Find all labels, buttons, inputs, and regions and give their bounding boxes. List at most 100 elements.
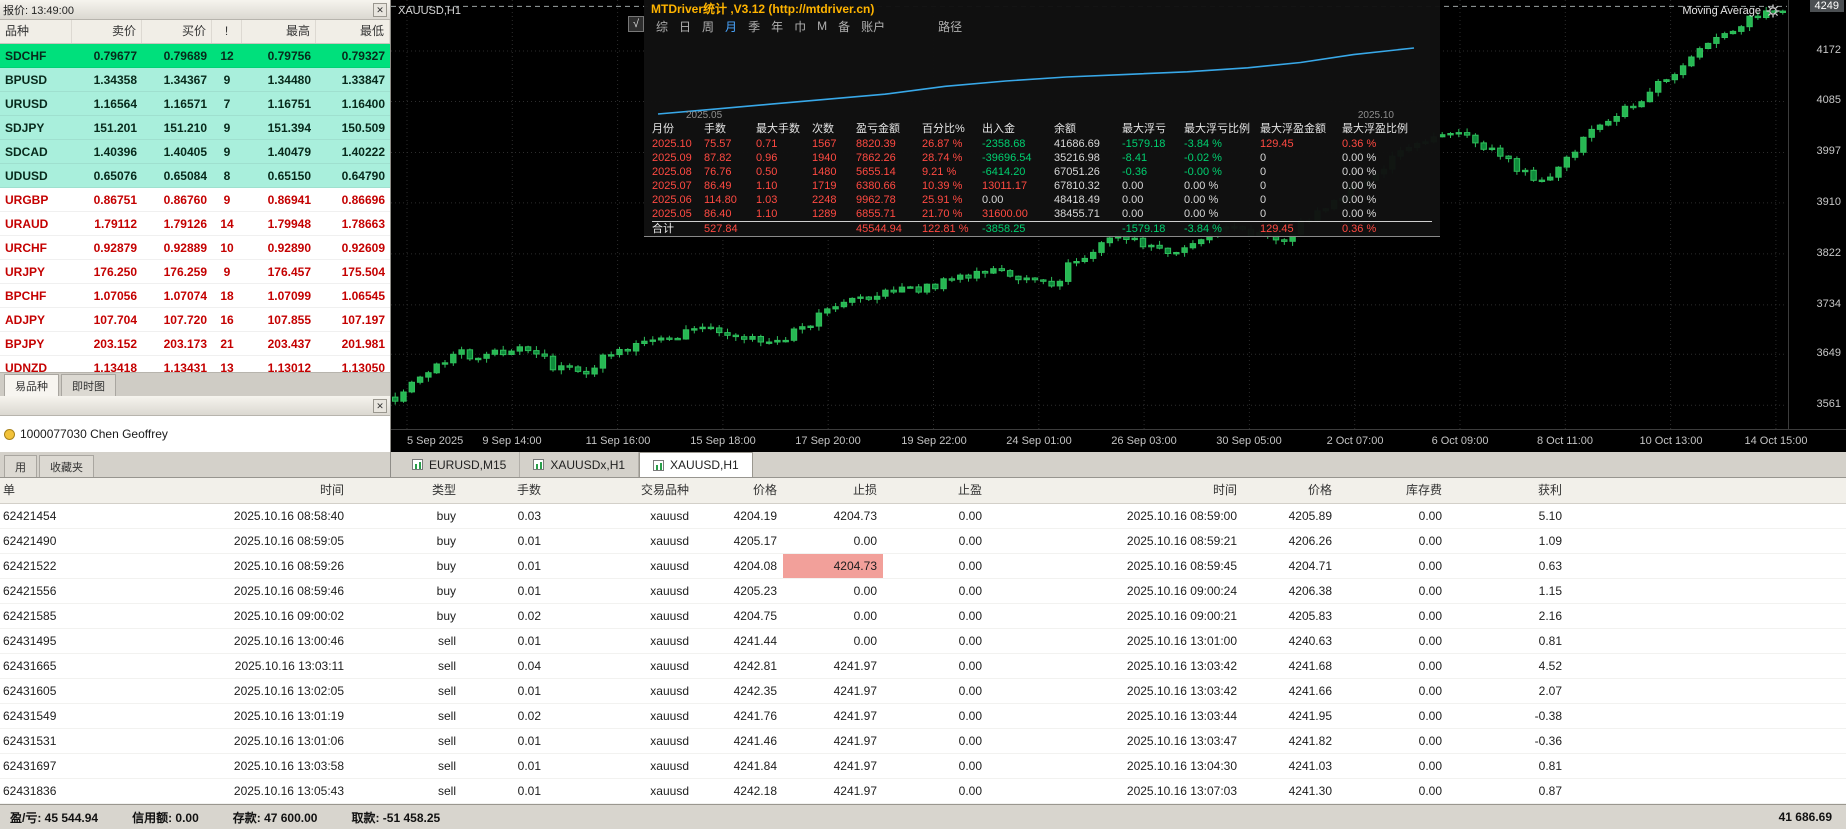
cell: 4205.17 <box>733 534 777 548</box>
terminal-column-header[interactable]: 单 <box>0 478 125 503</box>
stats-menu-item-3[interactable]: 月 <box>725 18 737 35</box>
history-row[interactable]: 62431605 2025.10.16 13:02:05 sell 0.01 xauus… <box>0 679 1846 704</box>
curve-end-label: 2025.10 <box>1357 110 1394 121</box>
quote-row[interactable]: SDCAD 1.40396 1.40405 9 1.40479 1.40222 <box>0 140 390 164</box>
cell: 0.71 <box>756 138 778 150</box>
cell: 1.15 <box>1538 584 1562 598</box>
history-row[interactable]: 62431549 2025.10.16 13:01:19 sell 0.02 xauus… <box>0 704 1846 729</box>
history-row[interactable]: 62421585 2025.10.16 09:00:02 buy 0.02 xauusd… <box>0 604 1846 629</box>
cell: 48418.49 <box>1054 194 1100 206</box>
terminal-column-header[interactable]: 类型 <box>350 478 462 503</box>
cell: 0.64790 <box>341 169 385 183</box>
time-axis-label: 8 Oct 11:00 <box>1536 435 1594 447</box>
cell: 2025.10.16 13:03:58 <box>233 759 344 773</box>
mw-tab-1[interactable]: 即时图 <box>61 374 116 396</box>
quote-row[interactable]: URGBP 0.86751 0.86760 9 0.86941 0.86696 <box>0 188 390 212</box>
stats-menu-item-4[interactable]: 季 <box>748 18 760 35</box>
terminal-column-header[interactable]: 获利 <box>1448 478 1568 503</box>
stats-menu-item-8[interactable]: 备 <box>838 18 850 35</box>
terminal-column-header[interactable]: 止损 <box>783 478 883 503</box>
cell: xauusd <box>650 709 689 723</box>
cell: 2025.10.16 13:03:11 <box>234 659 344 673</box>
close-icon[interactable]: ✕ <box>373 2 387 17</box>
quote-row[interactable]: BPCHF 1.07056 1.07074 18 1.07099 1.06545 <box>0 284 390 308</box>
stats-menu-item-0[interactable]: 综 <box>656 18 668 35</box>
cell: 122.81 % <box>922 223 969 235</box>
indicator-label-row: Moving Average <box>1682 4 1780 18</box>
cell: 8 <box>223 169 231 183</box>
stats-menu-item-6[interactable]: 巾 <box>794 18 806 35</box>
cell: 0.00 <box>958 559 982 573</box>
chart-tab-2[interactable]: XAUUSD,H1 <box>639 452 753 477</box>
cell: 0.86751 <box>93 193 137 207</box>
cell: 0.00 <box>853 534 877 548</box>
terminal-column-header[interactable]: 库存费 <box>1338 478 1448 503</box>
mw-column-header[interactable]: 最低 <box>316 20 390 43</box>
cell: 0.00 <box>958 684 982 698</box>
stats-menu-item-1[interactable]: 日 <box>679 18 691 35</box>
terminal-column-header[interactable]: 止盈 <box>883 478 988 503</box>
quote-row[interactable]: BPUSD 1.34358 1.34367 9 1.34480 1.33847 <box>0 68 390 92</box>
chart-area[interactable]: XAUUSD,H1 √ Moving Average 4172 4085 3997 3… <box>391 0 1846 452</box>
time-axis[interactable]: 5 Sep 2025 9 Sep 14:00 11 Sep 16:00 15 Sep … <box>391 429 1846 452</box>
time-axis-label: 2 Oct 07:00 <box>1326 435 1384 447</box>
nav-tab-0[interactable]: 用 <box>4 455 37 477</box>
history-row[interactable]: 62421490 2025.10.16 08:59:05 buy 0.01 xauusd… <box>0 529 1846 554</box>
cell: 26.87 % <box>922 138 963 150</box>
terminal-column-header[interactable]: 价格 <box>695 478 783 503</box>
gear-icon[interactable] <box>1766 4 1780 18</box>
quote-row[interactable]: URCHF 0.92879 0.92889 10 0.92890 0.92609 <box>0 236 390 260</box>
mw-column-header[interactable]: 最高 <box>242 20 316 43</box>
terminal-column-header[interactable]: 交易品种 <box>547 478 695 503</box>
history-row[interactable]: 62431665 2025.10.16 13:03:11 sell 0.04 xauus… <box>0 654 1846 679</box>
mw-column-header[interactable]: 品种 <box>0 20 72 43</box>
stats-menu-item-5[interactable]: 年 <box>771 18 783 35</box>
time-axis-label: 19 Sep 22:00 <box>901 435 967 447</box>
quote-row[interactable]: UDNZD 1.13418 1.13431 13 1.13012 1.13050 <box>0 356 390 372</box>
cell: 175.504 <box>341 265 385 279</box>
mw-column-header[interactable]: 卖价 <box>72 20 142 43</box>
cell: 62421556 <box>3 584 57 598</box>
cell: 0.01 <box>517 734 541 748</box>
cell: 0.00 <box>853 634 877 648</box>
quote-row[interactable]: BPJPY 203.152 203.173 21 203.437 201.981 <box>0 332 390 356</box>
quote-row[interactable]: URJPY 176.250 176.259 9 176.457 175.504 <box>0 260 390 284</box>
nav-tab-1[interactable]: 收藏夹 <box>39 455 94 477</box>
history-row[interactable]: 62431836 2025.10.16 13:05:43 sell 0.01 xauus… <box>0 779 1846 804</box>
quote-row[interactable]: SDJPY 151.201 151.210 9 151.394 150.509 <box>0 116 390 140</box>
history-row[interactable]: 62421454 2025.10.16 08:58:40 buy 0.03 xauusd… <box>0 504 1846 529</box>
cell: 0.00 <box>853 609 877 623</box>
history-row[interactable]: 62431531 2025.10.16 13:01:06 sell 0.01 xauus… <box>0 729 1846 754</box>
mw-tab-0[interactable]: 易品种 <box>4 374 59 396</box>
price-axis[interactable]: 4172 4085 3997 3910 3822 3734 3649 3561 4249 <box>1788 0 1846 429</box>
cell: 0.00 <box>958 659 982 673</box>
quote-row[interactable]: UDUSD 0.65076 0.65084 8 0.65150 0.64790 <box>0 164 390 188</box>
history-row[interactable]: 62431697 2025.10.16 13:03:58 sell 0.01 xauus… <box>0 754 1846 779</box>
quote-row[interactable]: ADJPY 107.704 107.720 16 107.855 107.197 <box>0 308 390 332</box>
mw-column-header[interactable]: ! <box>212 20 242 43</box>
check-icon[interactable]: √ <box>628 16 644 32</box>
stats-menu-item-7[interactable]: M <box>817 19 827 33</box>
quote-row[interactable]: SDCHF 0.79677 0.79689 12 0.79756 0.79327 <box>0 44 390 68</box>
terminal-column-header[interactable]: 手数 <box>462 478 547 503</box>
mw-column-header[interactable]: 买价 <box>142 20 212 43</box>
terminal-column-header[interactable]: 时间 <box>988 478 1243 503</box>
stats-path-label[interactable]: 路径 <box>938 18 962 35</box>
quote-row[interactable]: URAUD 1.79112 1.79126 14 1.79948 1.78663 <box>0 212 390 236</box>
close-icon[interactable]: ✕ <box>373 398 387 413</box>
cell: 0.36 % <box>1342 138 1377 150</box>
navigator-account-row[interactable]: 1000077030 Chen Geoffrey <box>0 416 390 452</box>
stats-menu-item-2[interactable]: 周 <box>702 18 714 35</box>
quote-row[interactable]: URUSD 1.16564 1.16571 7 1.16751 1.16400 <box>0 92 390 116</box>
cell: 1.09 <box>1538 534 1562 548</box>
history-row[interactable]: 62421556 2025.10.16 08:59:46 buy 0.01 xauusd… <box>0 579 1846 604</box>
history-row[interactable]: 62421522 2025.10.16 08:59:26 buy 0.01 xauusd… <box>0 554 1846 579</box>
chart-tab-0[interactable]: EURUSD,M15 <box>399 452 521 477</box>
terminal-column-header[interactable]: 时间 <box>125 478 350 503</box>
cell: 1.34358 <box>93 73 137 87</box>
stats-menu-item-9[interactable]: 账户 <box>861 18 885 35</box>
history-row[interactable]: 62431495 2025.10.16 13:00:46 sell 0.01 xauus… <box>0 629 1846 654</box>
chart-tab-1[interactable]: XAUUSDx,H1 <box>520 452 640 477</box>
terminal-column-header[interactable]: 价格 <box>1243 478 1338 503</box>
status-bar: 盈/亏: 45 544.94 信用额: 0.00 存款: 47 600.00 取… <box>0 804 1846 829</box>
